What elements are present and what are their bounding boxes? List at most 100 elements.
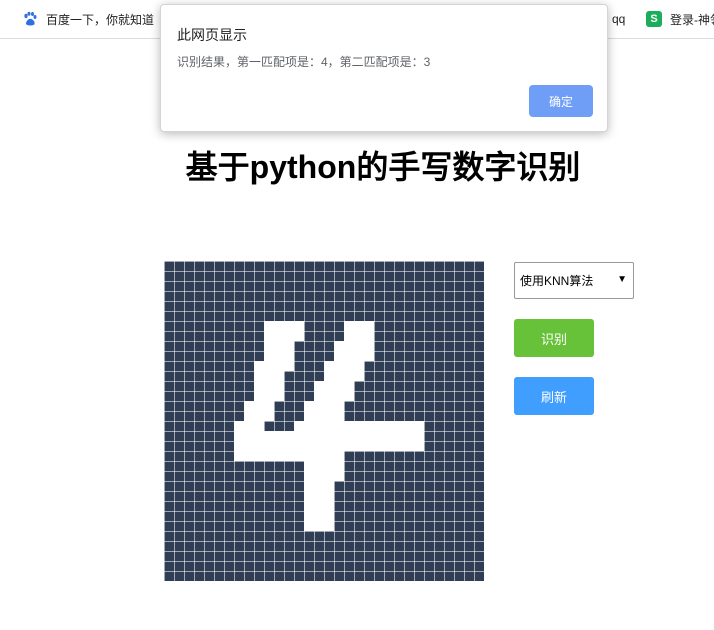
drawn-cell [254,391,264,401]
drawn-cell [354,321,364,331]
bookmark-baidu-label: 百度一下，你就知道 [46,12,155,27]
drawn-cell [304,481,314,491]
drawn-cell [394,421,404,431]
shenling-logo-icon: S [646,11,662,27]
bookmark-login-label: 登录-神领 [670,12,714,27]
drawn-cell [284,361,294,371]
drawn-cell [234,441,244,451]
drawn-cell [244,451,254,461]
drawn-cell [264,341,274,351]
drawn-cell [344,321,354,331]
drawn-cell [274,331,284,341]
bookmark-qq[interactable]: qq [612,0,625,38]
drawn-cell [334,451,344,461]
drawn-cell [354,421,364,431]
drawn-cell [334,401,344,411]
drawn-cell [264,371,274,381]
drawn-cell [314,451,324,461]
drawn-cell [294,421,304,431]
drawn-cell [284,341,294,351]
dialog-ok-button[interactable]: 确定 [529,85,593,117]
drawn-cell [384,431,394,441]
drawn-cell [414,431,424,441]
drawn-cell [284,441,294,451]
drawn-cell [254,401,264,411]
drawn-cell [314,481,324,491]
drawn-cell [374,441,384,451]
drawn-cell [244,411,254,421]
drawn-cell [264,361,274,371]
drawn-cell [324,381,334,391]
drawn-cell [264,451,274,461]
drawn-cell [234,451,244,461]
drawn-cell [354,331,364,341]
drawn-cell [294,441,304,451]
drawn-cell [334,441,344,451]
drawn-cell [354,351,364,361]
drawn-cell [254,451,264,461]
drawn-cell [324,361,334,371]
drawn-cell [234,431,244,441]
drawn-cell [334,411,344,421]
page-title: 基于python的手写数字识别 [185,149,581,185]
drawn-cell [324,411,334,421]
algorithm-select[interactable]: 使用KNN算法 ▼ [514,262,634,299]
drawn-cell [334,431,344,441]
refresh-button[interactable]: 刷新 [514,377,594,415]
bookmark-baidu[interactable]: 百度一下，你就知道 [22,0,154,38]
drawn-cell [334,461,344,471]
drawn-cell [274,431,284,441]
drawn-cell [254,371,264,381]
drawn-cell [334,381,344,391]
drawn-cell [264,381,274,391]
recognize-button[interactable]: 识别 [514,319,594,357]
drawn-cell [344,391,354,401]
drawn-cell [344,431,354,441]
drawn-cell [364,351,374,361]
drawn-cell [404,421,414,431]
drawn-cell [274,381,284,391]
drawn-cell [354,371,364,381]
algorithm-selected-value: 使用KNN算法 [520,274,594,288]
bookmark-qq-label: qq [612,12,626,26]
drawn-cell [264,331,274,341]
drawing-canvas[interactable] [164,261,484,581]
drawn-cell [304,471,314,481]
drawn-cell [404,441,414,451]
drawn-cell [304,431,314,441]
drawn-cell [304,421,314,431]
bookmark-login[interactable]: S 登录-神领 [646,0,714,38]
drawn-cell [284,331,294,341]
drawn-cell [264,391,274,401]
drawn-cell [364,431,374,441]
drawn-cell [264,431,274,441]
drawn-cell [264,401,274,411]
drawn-cell [334,391,344,401]
drawn-cell [354,441,364,451]
drawn-cell [344,361,354,371]
drawn-cell [274,351,284,361]
drawn-cell [314,461,324,471]
drawn-cell [314,441,324,451]
drawn-cell [314,431,324,441]
drawn-cell [324,371,334,381]
drawn-cell [364,441,374,451]
drawn-cell [274,371,284,381]
drawn-cell [274,341,284,351]
drawn-cell [314,411,324,421]
drawn-cell [244,421,254,431]
drawn-cell [284,321,294,331]
drawn-cell [304,401,314,411]
drawn-cell [294,331,304,341]
drawn-cell [304,451,314,461]
drawn-cell [334,341,344,351]
drawn-cell [304,441,314,451]
drawn-cell [304,411,314,421]
drawn-cell [334,421,344,431]
drawn-cell [324,511,334,521]
drawn-cell [274,321,284,331]
alert-dialog: 此网页显示 识别结果，第一匹配项是：4，第二匹配项是：3 确定 [160,4,608,132]
dialog-message: 识别结果，第一匹配项是：4，第二匹配项是：3 [177,55,431,69]
drawn-cell [254,381,264,391]
drawn-cell [384,441,394,451]
